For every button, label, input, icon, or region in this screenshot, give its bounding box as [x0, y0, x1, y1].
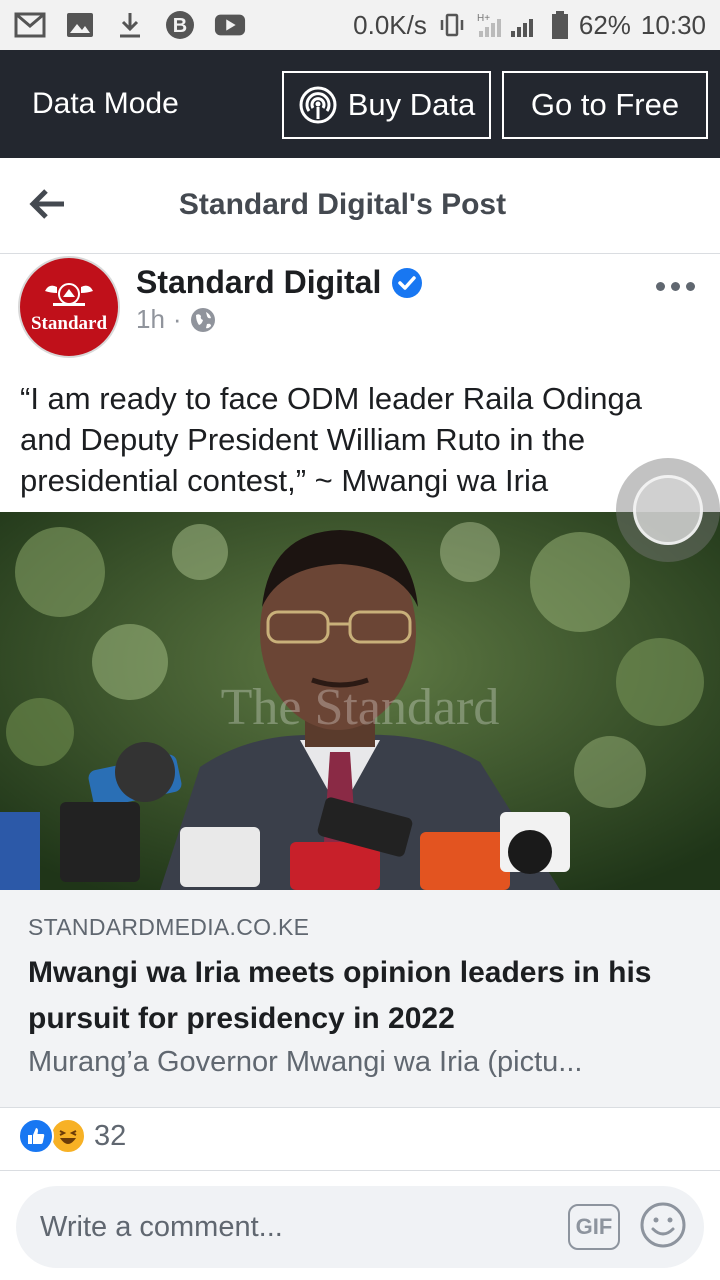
- reaction-count: 32: [94, 1119, 127, 1152]
- battery-percent: 62%: [578, 9, 631, 40]
- post-header: Standard Digital's Post: [0, 158, 720, 254]
- avatar-text: Standard: [30, 313, 108, 334]
- link-domain: STANDARDMEDIA.CO.KE: [28, 914, 310, 940]
- data-mode-bar: Data Mode Buy Data Go to Free: [0, 50, 720, 158]
- go-to-free-button[interactable]: Go to Free: [502, 71, 708, 139]
- author-row: Standard Digital: [136, 264, 423, 301]
- go-to-free-label: Go to Free: [530, 87, 680, 122]
- network-speed: 0.0K/s: [353, 9, 427, 40]
- signal-icon: H+: [477, 13, 533, 37]
- clock: 10:30: [640, 9, 706, 40]
- link-title: Mwangi wa Iria meets opinion leaders in …: [28, 956, 652, 1035]
- post-photo[interactable]: The Standard: [0, 512, 720, 890]
- post-meta: 1h ·: [136, 304, 216, 335]
- gallery-icon: [64, 11, 96, 39]
- standard-crest-icon: [45, 283, 93, 306]
- link-preview-card[interactable]: STANDARDMEDIA.CO.KE Mwangi wa Iria meets…: [0, 890, 720, 1108]
- post-text: “I am ready to face ODM leader Raila Odi…: [20, 381, 642, 498]
- vibrate-icon: [440, 13, 464, 37]
- divider: [0, 1170, 720, 1171]
- status-bar: B 0.0K/s H+ 62% 10:30: [0, 0, 720, 50]
- comment-input[interactable]: Write a comment... GIF: [16, 1186, 704, 1268]
- download-icon: [114, 11, 146, 39]
- photo-watermark: The Standard: [221, 679, 500, 736]
- broadcast-icon: [299, 86, 337, 124]
- battery-icon: [551, 11, 568, 39]
- photo-illustration: The Standard: [0, 512, 720, 890]
- post-time: 1h: [136, 304, 165, 334]
- globe-icon: [190, 307, 215, 332]
- haha-reaction-icon: [50, 1118, 86, 1154]
- comment-placeholder: Write a comment...: [40, 1210, 283, 1243]
- meta-separator: ·: [172, 304, 182, 334]
- emoji-icon[interactable]: [638, 1200, 688, 1250]
- floating-assistive-button[interactable]: [616, 458, 720, 562]
- reaction-summary[interactable]: 32: [18, 1118, 126, 1154]
- page-title: Standard Digital's Post: [178, 188, 507, 221]
- gmail-icon: [14, 11, 46, 39]
- buy-data-button[interactable]: Buy Data: [282, 71, 491, 139]
- youtube-icon: [214, 11, 246, 39]
- author-name[interactable]: Standard Digital: [136, 264, 381, 301]
- link-description: Murang’a Governor Mwangi wa Iria (pictu.…: [28, 1046, 583, 1078]
- gif-button[interactable]: GIF: [568, 1204, 620, 1250]
- more-options-icon[interactable]: [656, 276, 698, 296]
- verified-badge-icon: [392, 267, 423, 298]
- buy-data-label: Buy Data: [347, 87, 476, 122]
- data-mode-label: Data Mode: [32, 87, 179, 120]
- like-reaction-icon: [18, 1118, 54, 1154]
- svg-text:H+: H+: [477, 13, 490, 24]
- bitcoin-icon: B: [164, 11, 196, 39]
- svg-text:B: B: [173, 15, 187, 37]
- avatar[interactable]: Standard: [18, 256, 120, 358]
